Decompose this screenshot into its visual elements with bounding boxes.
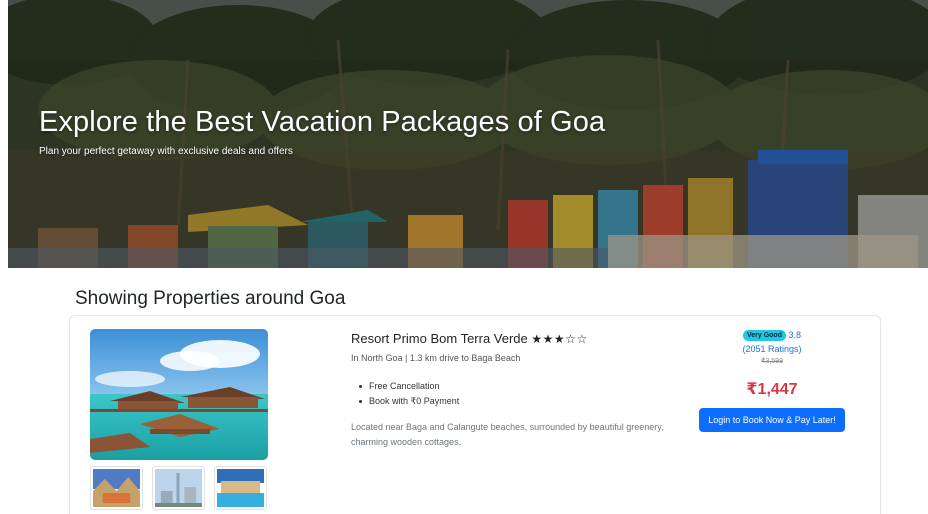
ratings-count-link[interactable]: (2051 Ratings) (682, 344, 862, 354)
thumbnail-image[interactable] (214, 466, 267, 510)
thumbnail-image[interactable] (152, 466, 205, 510)
rating-row: Very Good 3.8 (682, 330, 862, 341)
price-panel: Very Good 3.8 (2051 Ratings) ₹3,599 ₹1,4… (682, 330, 862, 432)
original-price: ₹3,599 (761, 358, 783, 365)
property-card[interactable]: Resort Primo Bom Terra Verde ★★★☆☆ In No… (69, 315, 881, 514)
property-description: Located near Baga and Calangute beaches,… (351, 422, 664, 447)
rating-badge: Very Good (742, 330, 786, 341)
hero-banner: Explore the Best Vacation Packages of Go… (8, 0, 928, 268)
discounted-price: ₹1,447 (746, 381, 798, 398)
feature-item: Book with ₹0 Payment (359, 394, 459, 409)
thumbnail-strip (90, 466, 267, 510)
section-title: Showing Properties around Goa (75, 288, 346, 309)
property-name[interactable]: Resort Primo Bom Terra Verde ★★★☆☆ (351, 331, 588, 346)
rating-value: 3.8 (788, 330, 802, 340)
feature-item: Free Cancellation (359, 379, 459, 394)
login-to-book-button[interactable]: Login to Book Now & Pay Later! (699, 408, 845, 432)
star-rating-icon: ★★★☆☆ (531, 332, 588, 346)
hero-title: Explore the Best Vacation Packages of Go… (39, 106, 606, 138)
property-location: In North Goa | 1.3 km drive to Baga Beac… (351, 353, 521, 363)
property-name-text[interactable]: Resort Primo Bom Terra Verde (351, 331, 528, 346)
property-main-image[interactable] (90, 329, 268, 460)
hero-subtitle: Plan your perfect getaway with exclusive… (39, 146, 293, 157)
feature-list: Free Cancellation Book with ₹0 Payment (359, 379, 459, 409)
thumbnail-image[interactable] (90, 466, 143, 510)
